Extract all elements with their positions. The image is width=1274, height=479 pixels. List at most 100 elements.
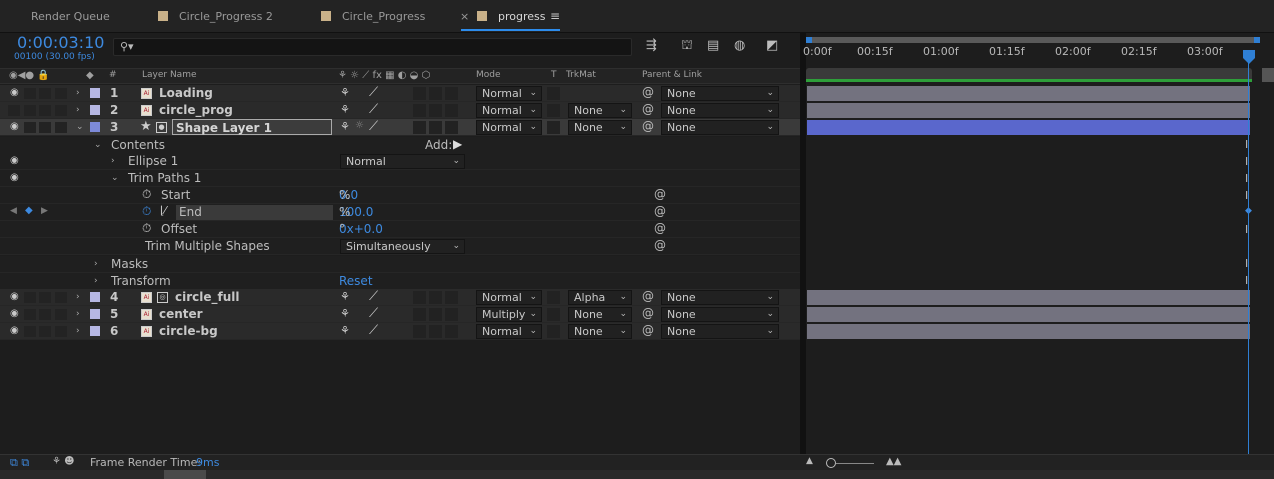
property-row-transform[interactable]: › Transform Reset (0, 273, 800, 290)
twirl-down-icon[interactable]: ⌄ (111, 173, 119, 183)
collapse-switch-icon[interactable]: ☼ (355, 120, 364, 131)
switch-box[interactable] (429, 87, 442, 100)
shy-switch-icon[interactable]: ⚘ (340, 103, 350, 116)
preserve-transparency-toggle[interactable] (547, 291, 560, 304)
layer-row[interactable]: ◉ › 6 Ai circle-bg ⚘ ⟋ Normal ⌄ None ⌄ @ N… (0, 323, 800, 340)
preserve-transparency-toggle[interactable] (547, 325, 560, 338)
navigator-end-handle[interactable] (1254, 37, 1260, 43)
audio-toggle[interactable] (24, 326, 36, 337)
solo-toggle[interactable] (39, 309, 51, 320)
horizontal-scrollbar[interactable] (0, 470, 1274, 479)
mode-select[interactable]: Normal ⌄ (476, 324, 542, 339)
switch-box[interactable] (445, 104, 458, 117)
shy-switch-icon[interactable]: ⚘ (340, 290, 350, 303)
av-features-icons[interactable]: ◉◀● 🔒 (9, 70, 50, 81)
mode-select[interactable]: Multiply ⌄ (476, 307, 542, 322)
property-row-trim-multiple[interactable]: Trim Multiple Shapes Simultaneously ⌄ @ (0, 238, 800, 255)
lock-toggle[interactable] (55, 105, 67, 116)
lock-toggle[interactable] (55, 88, 67, 99)
trkmat-select[interactable]: None ⌄ (568, 324, 632, 339)
layer-name-field[interactable]: Shape Layer 1 (172, 119, 332, 135)
label-tag-icon[interactable]: ◆ (86, 70, 94, 81)
composition-flowchart-icon[interactable]: ⇶ (646, 38, 657, 53)
layer-name[interactable]: circle-bg (159, 324, 218, 338)
switch-box[interactable] (413, 308, 426, 321)
shy-switch-icon[interactable]: ⚘ (340, 120, 350, 133)
work-area-bar[interactable] (806, 68, 1252, 82)
stopwatch-icon[interactable]: ⏱ (142, 187, 151, 202)
pickwhip-icon[interactable]: @ (642, 306, 654, 320)
switch-box[interactable] (445, 87, 458, 100)
switch-box[interactable] (413, 87, 426, 100)
eye-icon[interactable]: ◉ (10, 308, 19, 319)
twirl-right-icon[interactable]: › (76, 292, 80, 302)
layer-label-color[interactable] (90, 88, 100, 98)
pickwhip-icon[interactable]: @ (654, 187, 666, 201)
switch-box[interactable] (429, 104, 442, 117)
property-row-masks[interactable]: › Masks (0, 256, 800, 273)
layer-duration-bar[interactable] (807, 324, 1250, 339)
zoom-in-icon[interactable]: ▲▲ (886, 456, 901, 467)
eye-icon[interactable]: ◉ (10, 121, 19, 132)
twirl-right-icon[interactable]: › (76, 105, 80, 115)
switch-box[interactable] (429, 121, 442, 134)
column-mode[interactable]: Mode (476, 70, 501, 80)
switch-box[interactable] (429, 308, 442, 321)
preserve-transparency-toggle[interactable] (547, 104, 560, 117)
zoom-slider-track[interactable] (836, 463, 874, 464)
pickwhip-icon[interactable]: @ (642, 102, 654, 116)
next-keyframe-icon[interactable]: ▶ (41, 206, 48, 216)
mode-select[interactable]: Normal ⌄ (476, 290, 542, 305)
quality-switch-icon[interactable]: ⟋ (369, 85, 378, 100)
parent-select[interactable]: None ⌄ (661, 86, 779, 101)
property-row-offset[interactable]: ⏱ Offset 0x+0.0 ° @ (0, 221, 800, 238)
frame-blending-icon[interactable]: ◍ (734, 38, 745, 53)
tab-circle-progress[interactable]: Circle_Progress (321, 0, 425, 33)
layer-duration-bar[interactable] (807, 103, 1250, 118)
layer-row[interactable]: ◉ › 4 Ai ◎ circle_full ⚘ ⟋ Normal ⌄ Alpha… (0, 289, 800, 306)
timeline-side-button[interactable] (1262, 68, 1274, 82)
switch-box[interactable] (445, 291, 458, 304)
footer-toggle-icons[interactable]: ⧉ ⧉ (10, 456, 29, 470)
audio-toggle[interactable] (24, 122, 36, 133)
reset-transform-link[interactable]: Reset (339, 274, 373, 288)
pickwhip-icon[interactable]: @ (654, 221, 666, 235)
column-layer-name[interactable]: Layer Name (142, 70, 197, 80)
switch-box[interactable] (445, 325, 458, 338)
trkmat-select[interactable]: None ⌄ (568, 307, 632, 322)
switch-box[interactable] (445, 308, 458, 321)
layer-label-color[interactable] (90, 292, 100, 302)
layer-row-selected[interactable]: ◉ ⌄ 3 ★ ● Shape Layer 1 ⚘ ☼ ⟋ Normal ⌄ No… (0, 119, 800, 136)
parent-select[interactable]: None ⌄ (661, 120, 779, 135)
scrollbar-thumb[interactable] (164, 470, 206, 479)
audio-toggle[interactable] (24, 309, 36, 320)
quality-switch-icon[interactable]: ⟋ (369, 306, 378, 321)
twirl-right-icon[interactable]: › (76, 309, 80, 319)
layer-label-color[interactable] (90, 122, 100, 132)
pickwhip-icon[interactable]: @ (642, 85, 654, 99)
twirl-right-icon[interactable]: › (94, 276, 98, 286)
layer-duration-bar[interactable] (807, 290, 1250, 305)
shy-switch-icon[interactable]: ⚘ (340, 307, 350, 320)
twirl-right-icon[interactable]: › (94, 259, 98, 269)
switch-box[interactable] (413, 104, 426, 117)
pickwhip-icon[interactable]: @ (642, 289, 654, 303)
parent-select[interactable]: None ⌄ (661, 290, 779, 305)
layer-label-color[interactable] (90, 309, 100, 319)
switch-box[interactable] (413, 121, 426, 134)
solo-toggle[interactable] (39, 326, 51, 337)
switch-box[interactable] (445, 121, 458, 134)
lock-toggle[interactable] (55, 122, 67, 133)
property-row-start[interactable]: ⏱ Start 0.0% @ (0, 187, 800, 204)
solo-toggle[interactable] (39, 105, 51, 116)
trim-multiple-select[interactable]: Simultaneously ⌄ (340, 239, 465, 254)
property-row-end[interactable]: ◀ ◆ ▶ ⏱ ⌊⁄ End 100.0% @ (0, 204, 800, 221)
audio-toggle[interactable] (24, 105, 36, 116)
switches-icons[interactable]: ⚘ ☼ ⟋ fx ▦ ◐ ◒ ⬡ (338, 70, 430, 81)
eye-icon[interactable]: ◉ (10, 87, 19, 98)
prev-keyframe-icon[interactable]: ◀ (10, 206, 17, 216)
column-t[interactable]: T (551, 70, 557, 80)
preserve-transparency-toggle[interactable] (547, 308, 560, 321)
navigator-start-handle[interactable] (806, 37, 812, 43)
mode-select[interactable]: Normal ⌄ (476, 86, 542, 101)
